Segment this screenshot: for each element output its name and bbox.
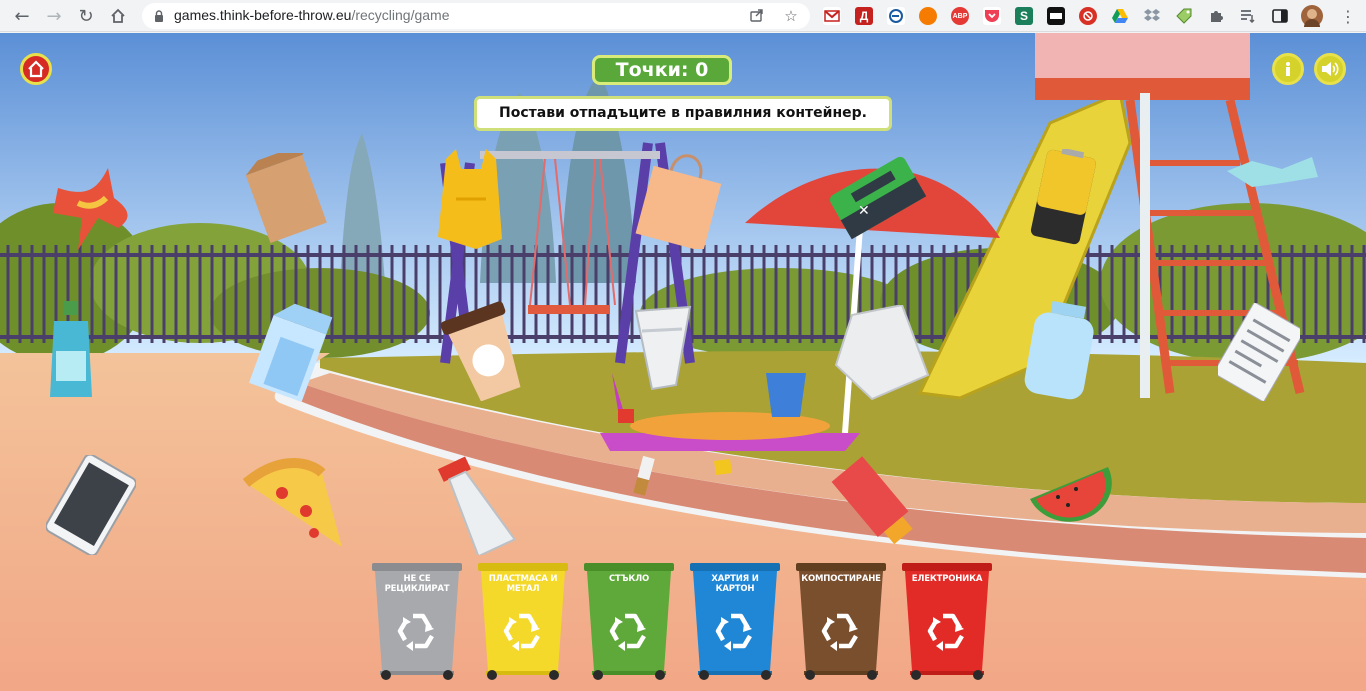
forward-icon[interactable]: → — [42, 4, 66, 28]
pocket-icon[interactable] — [983, 7, 1001, 25]
sound-button[interactable] — [1314, 53, 1346, 85]
candy-wrapper-item[interactable] — [710, 457, 734, 477]
tag-icon[interactable] — [1175, 7, 1193, 25]
address-bar[interactable]: games.think-before-throw.eu/recycling/ga… — [142, 3, 810, 29]
dropbox-icon[interactable] — [1143, 7, 1161, 25]
gmail-icon[interactable] — [823, 7, 841, 25]
glass-jar-white-item[interactable] — [832, 305, 932, 401]
bin-2[interactable]: Пластмаса и метал — [478, 563, 568, 681]
home-icon[interactable] — [106, 4, 130, 28]
score-display: Точки: 0 — [592, 55, 732, 85]
url-text: games.think-before-throw.eu/recycling/ga… — [174, 7, 450, 23]
spray-bottle-item[interactable] — [436, 451, 522, 555]
pizza-slice-item[interactable] — [242, 453, 346, 553]
back-icon[interactable]: ← — [10, 4, 34, 28]
tablet-item[interactable] — [46, 455, 136, 555]
game-stage: Точки: 0 Постави отпадъците в правилния … — [0, 33, 1366, 691]
bin-4[interactable]: Хартия и картон — [690, 563, 780, 681]
home-button[interactable] — [20, 53, 52, 85]
bin-label: Компостиране — [801, 574, 881, 584]
red-extension-icon[interactable] — [1079, 7, 1097, 25]
plastic-bottle-crushed-item[interactable] — [1222, 151, 1322, 191]
newspaper-item[interactable] — [1218, 303, 1300, 401]
bin-5[interactable]: Компостиране — [796, 563, 886, 681]
bin-1[interactable]: Не се рециклират — [372, 563, 462, 681]
instruction-banner: Постави отпадъците в правилния контейнер… — [474, 96, 892, 131]
s-extension-icon[interactable]: S — [1015, 7, 1033, 25]
browser-toolbar: ← → ↻ games.think-before-throw.eu/recycl… — [0, 0, 1366, 32]
speaker-icon — [1322, 62, 1339, 76]
info-icon — [1286, 62, 1290, 76]
sidepanel-icon[interactable] — [1271, 7, 1289, 25]
share-icon[interactable] — [748, 7, 766, 25]
profile-avatar[interactable] — [1301, 5, 1323, 27]
bin-label: Хартия и картон — [711, 574, 759, 594]
info-button[interactable] — [1272, 53, 1304, 85]
apple-core-item[interactable] — [48, 158, 134, 253]
bin-label: Електроника — [911, 574, 983, 584]
battery-yellow-item[interactable] — [1024, 149, 1102, 249]
star-icon[interactable]: ☆ — [782, 7, 800, 25]
film-icon[interactable] — [1047, 7, 1065, 25]
sand-toys-item[interactable] — [610, 373, 808, 433]
orange-extension-icon[interactable] — [919, 7, 937, 25]
watermelon-slice-item[interactable] — [1028, 461, 1112, 527]
reload-icon[interactable]: ↻ — [74, 4, 98, 28]
menu-icon[interactable]: ⋮ — [1336, 4, 1360, 28]
tube-item[interactable] — [826, 453, 930, 553]
paper-bag-item[interactable] — [242, 153, 330, 243]
coffee-cup-item[interactable] — [438, 301, 532, 401]
drive-icon[interactable] — [1111, 7, 1129, 25]
shopping-bag-item[interactable] — [634, 149, 728, 249]
plastic-bag-item[interactable] — [436, 149, 504, 249]
bin-label: Пластмаса и метал — [488, 574, 558, 594]
battery-close-icon: ✕ — [858, 203, 870, 219]
bin-label: Не се рециклират — [384, 574, 450, 594]
lock-icon — [155, 10, 163, 22]
bin-6[interactable]: Електроника — [902, 563, 992, 681]
bin-3[interactable]: Стъкло — [584, 563, 674, 681]
bin-label: Стъкло — [608, 574, 650, 584]
battery-green-item[interactable]: ✕ — [826, 151, 928, 243]
milk-carton-item[interactable] — [242, 301, 338, 403]
eurostat-icon[interactable] — [887, 7, 905, 25]
puzzle-icon[interactable] — [1207, 7, 1225, 25]
adblock-icon[interactable]: ABP — [951, 7, 969, 25]
reading-list-icon[interactable] — [1239, 7, 1257, 25]
home-icon — [28, 60, 44, 78]
detergent-bottle-item[interactable] — [48, 301, 94, 403]
glass-jar-blue-item[interactable] — [1022, 301, 1098, 401]
d-extension-icon[interactable]: Д — [855, 7, 873, 25]
cigarette-butt-item[interactable] — [630, 453, 660, 499]
